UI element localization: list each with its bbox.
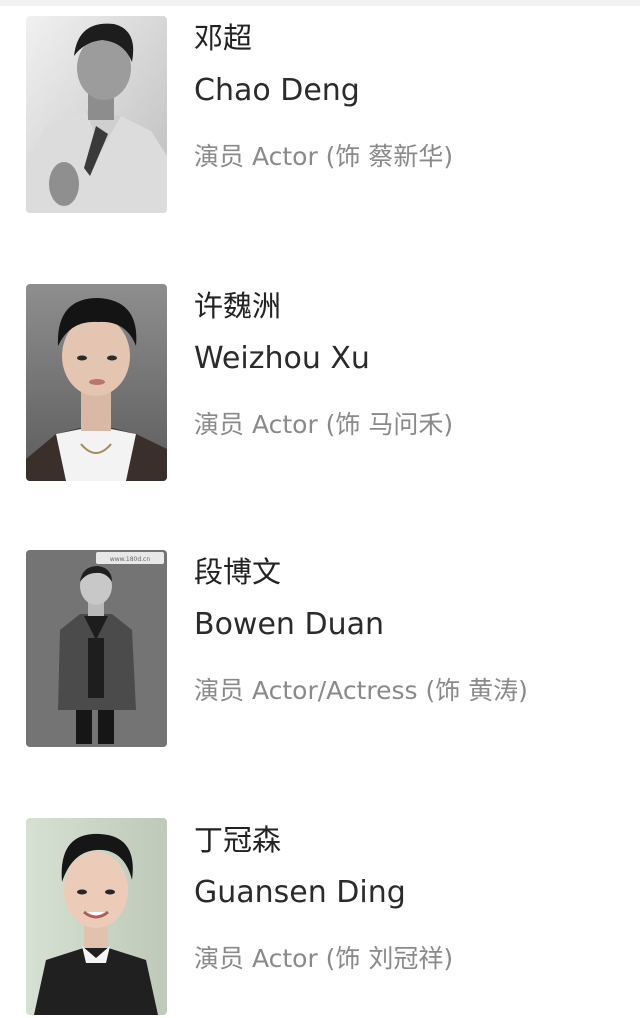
portrait-image [26, 818, 167, 1015]
cast-name-zh: 许魏洲 [194, 289, 282, 323]
cast-role: 演员 Actor/Actress (饰 黄涛) [194, 676, 528, 705]
cast-name-zh: 段博文 [194, 555, 282, 589]
cast-name-en: Guansen Ding [194, 875, 406, 910]
cast-role: 演员 Actor (饰 蔡新华) [194, 142, 454, 171]
cast-item[interactable]: www.180d.cn 段博文 Bowen Duan 演员 Actor/Actr… [0, 550, 640, 750]
cast-item[interactable]: 邓超 Chao Deng 演员 Actor (饰 蔡新华) [0, 16, 640, 216]
portrait-image [26, 16, 167, 213]
portrait-image [26, 284, 167, 481]
cast-photo[interactable] [26, 818, 167, 1015]
cast-photo[interactable] [26, 16, 167, 213]
cast-photo[interactable] [26, 284, 167, 481]
cast-name-en: Weizhou Xu [194, 341, 370, 376]
cast-name-zh: 邓超 [194, 21, 253, 55]
cast-name-zh: 丁冠森 [194, 823, 282, 857]
portrait-image: www.180d.cn [26, 550, 167, 747]
cast-name-en: Chao Deng [194, 73, 360, 108]
cast-photo[interactable]: www.180d.cn [26, 550, 167, 747]
cast-item[interactable]: 丁冠森 Guansen Ding 演员 Actor (饰 刘冠祥) [0, 818, 640, 1018]
cast-item[interactable]: 许魏洲 Weizhou Xu 演员 Actor (饰 马问禾) [0, 284, 640, 484]
cast-role: 演员 Actor (饰 刘冠祥) [194, 944, 454, 973]
cast-list: 邓超 Chao Deng 演员 Actor (饰 蔡新华) 许魏洲 Weizho… [0, 0, 640, 1015]
cast-name-en: Bowen Duan [194, 607, 384, 642]
cast-role: 演员 Actor (饰 马问禾) [194, 410, 454, 439]
watermark-text: www.180d.cn [110, 556, 151, 563]
